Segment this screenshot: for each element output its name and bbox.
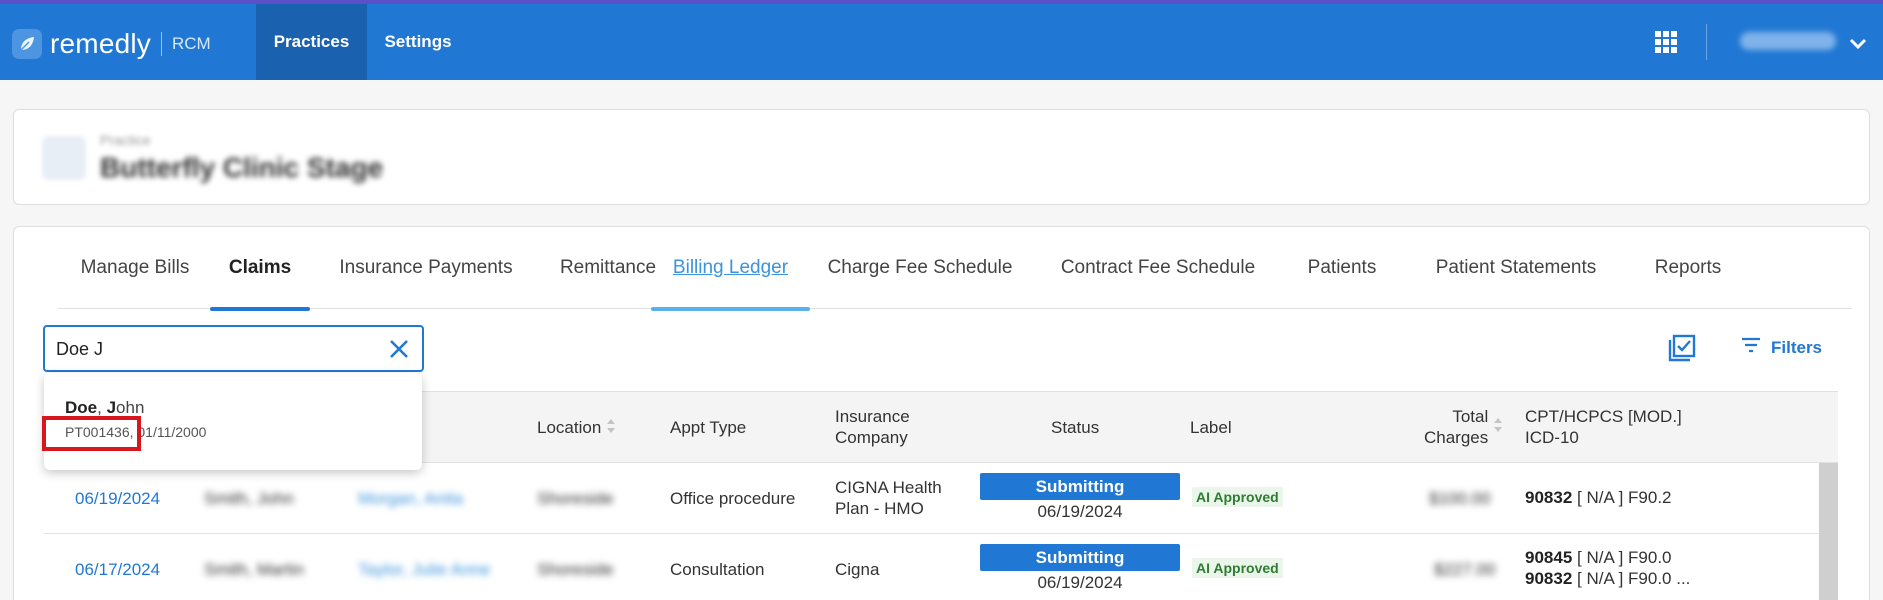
location-redacted: Shoreside [537,560,614,579]
chevron-down-icon[interactable] [1848,37,1868,56]
brand[interactable]: remedly RCM [12,26,211,62]
table-row[interactable]: 06/17/2024 Smith, Martin Taylor, Julie A… [44,534,1819,600]
cpt-detail: [ N/A ] F90.2 [1572,488,1672,507]
grid-icon[interactable] [1655,31,1677,58]
appt-type: Consultation [670,560,765,579]
leaf-icon [12,29,42,59]
nav-divider [1706,24,1707,60]
patient-dob: 01/11/2000 [137,424,207,440]
checklist-icon[interactable] [1668,334,1696,367]
col-header-insurance-company[interactable]: Insurance Company [835,406,910,448]
col-header-cpt-icd[interactable]: CPT/HCPCS [MOD.] ICD-10 [1525,406,1682,448]
close-icon[interactable] [388,338,410,365]
status-date: 06/19/2024 [1037,573,1123,592]
patient-search-input[interactable]: Doe J [43,325,424,372]
practice-logo [42,136,86,180]
brand-subtitle: RCM [172,34,211,53]
location-redacted: Shoreside [537,489,614,508]
col-header-cpt-line2: ICD-10 [1525,428,1579,447]
insurance-line1: CIGNA Health [835,478,942,497]
tab-charge-fee-schedule[interactable]: Charge Fee Schedule [820,227,1020,309]
insurance-company: Cigna [835,559,879,580]
cpt-line: 90845 [ N/A ] F90.0 [1525,548,1672,568]
patient-id-highlight-box [42,416,141,451]
insurance-line2: Plan - HMO [835,499,924,518]
match-bold: Doe [65,398,98,417]
brand-name: remedly [50,28,151,59]
insurance-line1: Cigna [835,560,880,579]
provider-name-redacted[interactable]: Morgan, Anita [358,488,463,509]
tab-patients[interactable]: Patients [1296,227,1388,309]
ai-approved-badge: AI Approved [1192,558,1283,578]
status-badge: Submitting [980,473,1180,500]
practice-header-card: Practice Butterfly Clinic Stage [13,109,1870,205]
ai-approved-badge: AI Approved [1192,487,1283,507]
user-name-redacted[interactable] [1740,32,1836,50]
status-badge: Submitting [980,544,1180,571]
cpt-code: 90832 [1525,488,1573,507]
patient-name-redacted: Smith, Martin [204,560,305,579]
brand-divider [161,32,162,56]
tab-claims[interactable]: Claims [210,227,310,311]
col-header-total-line1: Total [1452,407,1489,426]
cpt-detail: [ N/A ] F90.0 ... [1572,569,1691,588]
total-charges-redacted: $100.00 [1429,489,1491,508]
filters-button[interactable]: Filters [1741,337,1822,358]
practice-name: Butterfly Clinic Stage [100,152,384,183]
patient-name-redacted: Smith, John [204,489,294,508]
tab-reports[interactable]: Reports [1643,227,1733,309]
filter-lines-icon [1741,337,1771,358]
filters-label: Filters [1771,337,1823,357]
section-tabs: Manage Bills Claims Insurance Payments R… [58,227,1852,311]
table-row[interactable]: 06/19/2024 Smith, John Morgan, Anita Sho… [44,463,1819,534]
status-date: 06/19/2024 [1037,502,1123,521]
col-header-insurance-line2: Company [835,428,908,447]
col-header-status[interactable]: Status [1051,417,1099,438]
cpt-line: 90832 [ N/A ] F90.0 ... [1525,569,1690,589]
cpt-code: 90845 [1525,548,1573,567]
insurance-company: CIGNA Health Plan - HMO [835,477,942,519]
claim-date-link[interactable]: 06/17/2024 [75,559,160,580]
col-header-total-line2: Charges [1424,428,1489,447]
col-header-location-label: Location [537,418,602,437]
autocomplete-option-name[interactable]: Doe, John [65,398,144,418]
col-header-location[interactable]: Location [537,417,617,440]
tab-insurance-payments[interactable]: Insurance Payments [320,227,532,309]
nav-tab-settings[interactable]: Settings [367,4,469,80]
cpt-detail: [ N/A ] F90.0 [1572,548,1672,567]
name-rest: ohn [116,398,145,417]
appt-type: Office procedure [670,489,796,508]
col-header-insurance-line1: Insurance [835,407,910,426]
practice-label: Practice [100,132,151,148]
name-separator: , [97,398,107,417]
tab-billing-ledger[interactable]: Billing Ledger [651,227,810,311]
tab-patient-statements[interactable]: Patient Statements [1410,227,1622,309]
claim-date-link[interactable]: 06/19/2024 [75,488,160,509]
sort-icon [1492,416,1504,439]
cpt-code: 90832 [1525,569,1573,588]
total-charges-redacted: $227.00 [1434,560,1496,579]
nav-tab-practices[interactable]: Practices [256,4,367,80]
col-header-label[interactable]: Label [1190,417,1232,438]
col-header-total-charges[interactable]: Total Charges [1424,406,1504,448]
search-input-value: Doe J [56,339,104,359]
tab-contract-fee-schedule[interactable]: Contract Fee Schedule [1046,227,1270,309]
sort-icon [605,417,617,440]
match-initial: J [106,398,117,417]
top-navbar: remedly RCM Practices Settings [0,4,1883,80]
col-header-cpt-line1: CPT/HCPCS [MOD.] [1525,407,1682,426]
col-header-appt-type[interactable]: Appt Type [670,417,746,438]
cpt-line: 90832 [ N/A ] F90.2 [1525,488,1672,508]
provider-name-redacted[interactable]: Taylor, Julie Anne [358,559,490,580]
table-scrollbar[interactable] [1819,463,1838,600]
tab-manage-bills[interactable]: Manage Bills [58,227,212,309]
